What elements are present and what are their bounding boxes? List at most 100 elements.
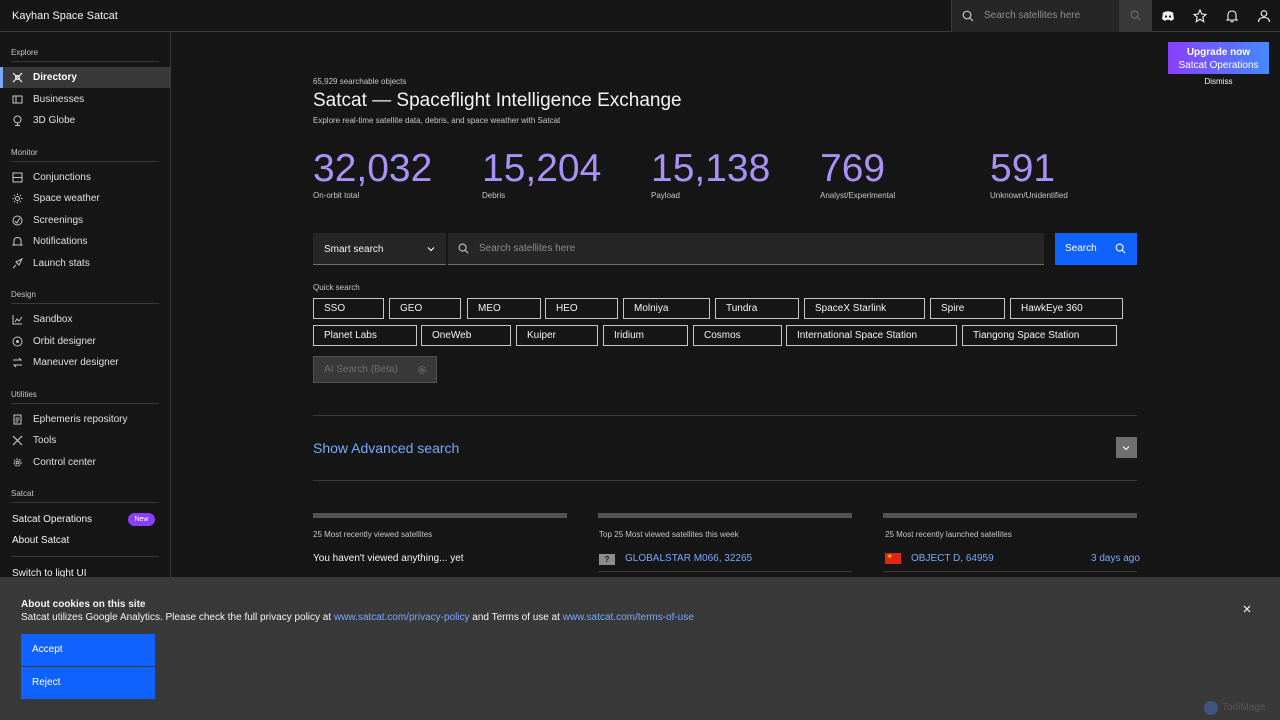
advanced-search-toggle[interactable]: Show Advanced search bbox=[313, 440, 459, 456]
stat-label: Unknown/Unidentified bbox=[990, 191, 1068, 200]
china-flag-icon: ★ bbox=[885, 553, 901, 564]
header-search-placeholder[interactable]: Search satellites here bbox=[984, 10, 1080, 21]
divider bbox=[11, 556, 159, 557]
reject-cookies-button[interactable]: Reject bbox=[21, 667, 155, 699]
sidebar-item-ephemeris-repository[interactable]: Ephemeris repository bbox=[0, 409, 170, 430]
stat-label: Payload bbox=[651, 191, 680, 200]
privacy-policy-link[interactable]: www.satcat.com/privacy-policy bbox=[334, 612, 470, 623]
search-icon bbox=[1130, 10, 1141, 21]
ai-search-button[interactable]: AI Search (Beta) bbox=[313, 356, 437, 383]
divider bbox=[883, 571, 1137, 572]
sidebar-item-sandbox[interactable]: Sandbox bbox=[0, 309, 170, 330]
quick-tag-spire[interactable]: Spire bbox=[930, 298, 1005, 319]
top-viewed-title: Top 25 Most viewed satellites this week bbox=[599, 530, 739, 539]
chevron-down-icon bbox=[427, 247, 435, 252]
unknown-flag-icon: ? bbox=[599, 554, 615, 565]
column-header-bar bbox=[883, 513, 1137, 518]
sidebar-item-tools[interactable]: Tools bbox=[0, 430, 170, 451]
discord-icon bbox=[1162, 11, 1174, 21]
watermark-text: ToolMage bbox=[1222, 702, 1266, 713]
sidebar-item-businesses[interactable]: Businesses bbox=[0, 89, 170, 110]
quick-tag-cosmos[interactable]: Cosmos bbox=[693, 325, 782, 346]
brand-name[interactable]: Kayhan Space Satcat bbox=[12, 10, 118, 22]
sidebar-item-notifications[interactable]: Notifications bbox=[0, 231, 170, 252]
quick-tag-hawkeye[interactable]: HawkEye 360 bbox=[1010, 298, 1123, 319]
divider bbox=[11, 502, 159, 503]
gear-icon bbox=[13, 458, 22, 467]
terms-of-use-link[interactable]: www.satcat.com/terms-of-use bbox=[563, 612, 694, 623]
recently-launched-item[interactable]: OBJECT D, 64959 bbox=[911, 553, 994, 564]
header-search-button[interactable] bbox=[1119, 0, 1152, 32]
document-icon bbox=[13, 414, 22, 425]
sandbox-icon bbox=[12, 315, 23, 325]
page-title: Satcat — Spaceflight Intelligence Exchan… bbox=[313, 90, 682, 111]
sidebar-item-label: 3D Globe bbox=[33, 115, 76, 126]
upgrade-button[interactable]: Upgrade now Satcat Operations bbox=[1168, 42, 1269, 74]
column-header-bar bbox=[598, 513, 852, 518]
sidebar-item-control-center[interactable]: Control center bbox=[0, 452, 170, 473]
sidebar-item-space-weather[interactable]: Space weather bbox=[0, 188, 170, 209]
cookie-banner: About cookies on this site Satcat utiliz… bbox=[0, 577, 1280, 720]
conjunctions-icon bbox=[12, 172, 23, 183]
notifications-button[interactable] bbox=[1216, 0, 1248, 32]
screenings-icon bbox=[12, 215, 23, 226]
quick-tag-kuiper[interactable]: Kuiper bbox=[516, 325, 598, 346]
quick-tag-starlink[interactable]: SpaceX Starlink bbox=[804, 298, 925, 319]
dismiss-upgrade-link[interactable]: Dismiss bbox=[1168, 77, 1269, 86]
quick-tag-sso[interactable]: SSO bbox=[313, 298, 384, 319]
quick-tag-meo[interactable]: MEO bbox=[467, 298, 541, 319]
quick-tag-heo[interactable]: HEO bbox=[545, 298, 618, 319]
sidebar-item-label: Sandbox bbox=[33, 314, 73, 325]
advanced-search-expand-button[interactable] bbox=[1116, 437, 1137, 458]
directory-icon bbox=[12, 72, 23, 83]
sidebar-item-conjunctions[interactable]: Conjunctions bbox=[0, 167, 170, 188]
stat-value: 769 bbox=[820, 147, 886, 190]
sidebar-item-orbit-designer[interactable]: Orbit designer bbox=[0, 331, 170, 352]
building-icon bbox=[12, 95, 23, 104]
quick-tag-tiangong[interactable]: Tiangong Space Station bbox=[962, 325, 1117, 346]
close-cookie-banner-button[interactable] bbox=[1240, 602, 1254, 616]
globe-icon bbox=[13, 115, 22, 126]
close-icon bbox=[1243, 605, 1251, 613]
sidebar-item-3d-globe[interactable]: 3D Globe bbox=[0, 110, 170, 131]
stat-on-orbit: 32,032 On-orbit total bbox=[313, 147, 433, 201]
launch-time: 3 days ago bbox=[1091, 553, 1140, 564]
favorites-button[interactable] bbox=[1184, 0, 1216, 32]
sidebar-item-directory[interactable]: Directory bbox=[0, 67, 170, 88]
sidebar-item-satcat-operations[interactable]: Satcat Operations bbox=[12, 514, 92, 525]
account-button[interactable] bbox=[1248, 0, 1280, 32]
sidebar-item-about[interactable]: About Satcat bbox=[12, 535, 69, 546]
cookie-text: Satcat utilizes Google Analytics. Please… bbox=[21, 612, 694, 623]
main-search-input[interactable]: Search satellites here bbox=[448, 233, 1044, 265]
sun-icon bbox=[12, 193, 23, 204]
searchable-count: 65,929 searchable objects bbox=[313, 77, 407, 86]
quick-tag-oneweb[interactable]: OneWeb bbox=[421, 325, 511, 346]
cookie-text-b: and Terms of use at bbox=[469, 612, 563, 623]
top-viewed-item[interactable]: GLOBALSTAR M066, 32265 bbox=[625, 553, 752, 564]
sidebar-item-maneuver-designer[interactable]: Maneuver designer bbox=[0, 352, 170, 373]
sidebar-item-launch-stats[interactable]: Launch stats bbox=[0, 253, 170, 274]
divider bbox=[313, 480, 1137, 481]
quick-tag-iridium[interactable]: Iridium bbox=[603, 325, 688, 346]
cookie-title: About cookies on this site bbox=[21, 599, 146, 610]
sidebar-item-screenings[interactable]: Screenings bbox=[0, 210, 170, 231]
search-mode-dropdown[interactable]: Smart search bbox=[313, 233, 446, 265]
discord-button[interactable] bbox=[1152, 0, 1184, 32]
sidebar: Explore Directory Businesses 3D Globe Mo… bbox=[0, 32, 171, 579]
quick-tag-planet-labs[interactable]: Planet Labs bbox=[313, 325, 417, 346]
sidebar-item-label: Tools bbox=[33, 435, 57, 446]
search-button[interactable]: Search bbox=[1055, 233, 1137, 265]
sidebar-item-label: Space weather bbox=[33, 193, 100, 204]
header-search[interactable]: Search satellites here bbox=[951, 0, 1119, 32]
stat-value: 32,032 bbox=[313, 147, 433, 190]
page-subtitle: Explore real-time satellite data, debris… bbox=[313, 116, 561, 125]
divider bbox=[313, 415, 1137, 416]
accept-cookies-button[interactable]: Accept bbox=[21, 634, 155, 666]
ai-search-label: AI Search (Beta) bbox=[324, 364, 398, 375]
quick-tag-iss[interactable]: International Space Station bbox=[786, 325, 957, 346]
quick-tag-tundra[interactable]: Tundra bbox=[715, 298, 799, 319]
search-icon bbox=[962, 10, 974, 22]
quick-tag-molniya[interactable]: Molniya bbox=[623, 298, 710, 319]
sidebar-item-label: Conjunctions bbox=[33, 172, 91, 183]
quick-tag-geo[interactable]: GEO bbox=[389, 298, 461, 319]
